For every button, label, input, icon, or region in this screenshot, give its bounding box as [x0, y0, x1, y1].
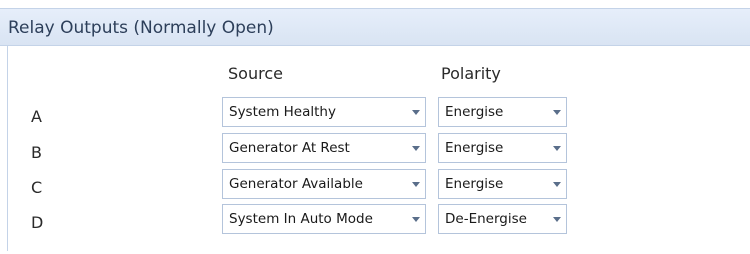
- polarity-value-c: Energise: [445, 176, 504, 192]
- source-column-header: Source: [228, 64, 283, 83]
- polarity-select-b[interactable]: Energise: [438, 133, 567, 163]
- polarity-value-b: Energise: [445, 140, 504, 156]
- polarity-value-d: De-Energise: [445, 211, 527, 227]
- source-value-c: Generator Available: [229, 176, 363, 192]
- chevron-down-icon: [553, 182, 561, 187]
- polarity-select-c[interactable]: Energise: [438, 169, 567, 199]
- chevron-down-icon: [412, 146, 420, 151]
- source-value-b: Generator At Rest: [229, 140, 350, 156]
- source-value-a: System Healthy: [229, 104, 336, 120]
- polarity-select-d[interactable]: De-Energise: [438, 204, 567, 234]
- row-label-c: C: [31, 178, 43, 197]
- source-value-d: System In Auto Mode: [229, 211, 373, 227]
- polarity-select-a[interactable]: Energise: [438, 97, 567, 127]
- source-select-d[interactable]: System In Auto Mode: [222, 204, 426, 234]
- chevron-down-icon: [412, 217, 420, 222]
- chevron-down-icon: [412, 110, 420, 115]
- chevron-down-icon: [553, 110, 561, 115]
- panel-title: Relay Outputs (Normally Open): [8, 18, 274, 38]
- chevron-down-icon: [553, 217, 561, 222]
- source-select-b[interactable]: Generator At Rest: [222, 133, 426, 163]
- polarity-column-header: Polarity: [441, 64, 501, 83]
- panel-title-bar: Relay Outputs (Normally Open): [0, 8, 750, 46]
- source-select-c[interactable]: Generator Available: [222, 169, 426, 199]
- row-label-a: A: [31, 107, 42, 126]
- chevron-down-icon: [553, 146, 561, 151]
- polarity-value-a: Energise: [445, 104, 504, 120]
- panel-border: [7, 46, 8, 251]
- relay-outputs-panel: Relay Outputs (Normally Open) Source Pol…: [0, 0, 750, 254]
- row-label-d: D: [31, 213, 44, 232]
- chevron-down-icon: [412, 182, 420, 187]
- source-select-a[interactable]: System Healthy: [222, 97, 426, 127]
- row-label-b: B: [31, 143, 42, 162]
